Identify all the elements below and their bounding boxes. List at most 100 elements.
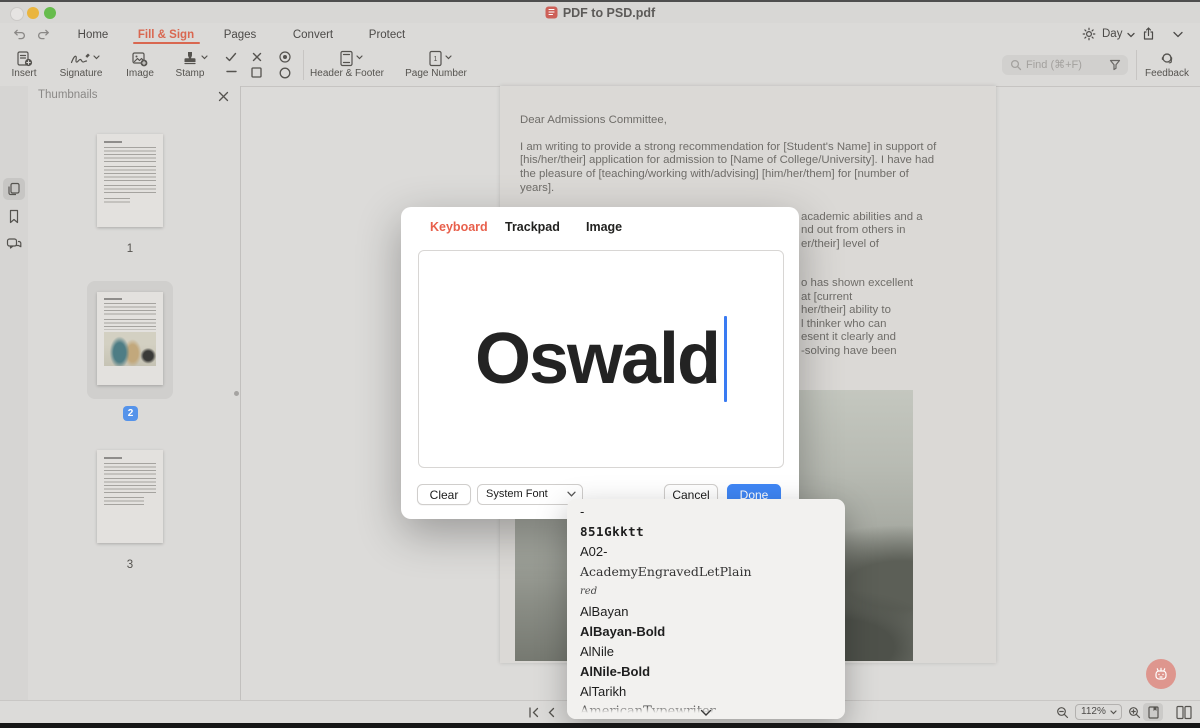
font-select[interactable]: System Font xyxy=(477,484,583,505)
font-menu-item[interactable]: - xyxy=(567,502,845,522)
bookmarks-panel-icon[interactable] xyxy=(7,209,21,224)
dialog-tab-keyboard[interactable]: Keyboard xyxy=(430,220,488,234)
radio-dot-tool-icon[interactable] xyxy=(279,51,291,63)
comments-panel-icon[interactable] xyxy=(6,237,22,251)
thumbnails-panel-icon[interactable] xyxy=(7,182,21,196)
thumbnail-text-lines xyxy=(104,298,122,300)
document-text-fragment: her/their] ability to xyxy=(801,304,891,318)
stamp-button[interactable]: Stamp xyxy=(168,68,212,79)
thumbnail-page-2-badge: 2 xyxy=(123,406,138,421)
thumbnail-photo xyxy=(104,332,156,366)
feedback-icon[interactable] xyxy=(1159,50,1175,66)
document-text-line: I am writing to provide a strong recomme… xyxy=(520,141,936,155)
zoom-out-icon[interactable] xyxy=(1056,706,1069,719)
tab-home[interactable]: Home xyxy=(63,26,123,44)
font-menu-item[interactable]: AlNile xyxy=(567,642,845,662)
insert-button[interactable]: Insert xyxy=(4,68,44,79)
font-menu-item[interactable]: AlBayan-Bold xyxy=(567,622,845,642)
feedback-button[interactable]: Feedback xyxy=(1140,68,1194,79)
window-title-wrap: PDF to PSD.pdf xyxy=(0,6,1200,20)
zoom-level-selector[interactable]: 112% xyxy=(1075,704,1122,720)
close-panel-icon[interactable] xyxy=(218,91,229,102)
font-select-value: System Font xyxy=(486,488,548,500)
tab-convert[interactable]: Convert xyxy=(283,26,343,44)
redo-icon[interactable] xyxy=(36,27,51,42)
page-number-label: Page Number xyxy=(405,68,467,79)
font-menu-item[interactable]: AlTarikh xyxy=(567,682,845,702)
dialog-tab-label: Trackpad xyxy=(505,220,560,234)
font-menu-item[interactable]: 851Gkktt xyxy=(567,522,845,542)
font-menu-item[interactable]: A02- xyxy=(567,542,845,562)
previous-page-icon[interactable] xyxy=(547,707,555,718)
circle-tool-icon[interactable] xyxy=(279,67,291,79)
tab-protect[interactable]: Protect xyxy=(357,26,417,44)
signature-input-area[interactable]: Oswald xyxy=(418,250,784,468)
header-footer-button[interactable]: Header & Footer xyxy=(303,68,391,79)
document-text-fragment: o has shown excellent xyxy=(801,277,913,291)
undo-icon[interactable] xyxy=(12,27,27,42)
day-mode-icon[interactable] xyxy=(1082,27,1096,41)
two-page-view-button[interactable] xyxy=(1176,705,1192,720)
signature-button[interactable]: Signature xyxy=(56,68,106,79)
clear-button[interactable]: Clear xyxy=(417,484,471,505)
zoom-in-icon[interactable] xyxy=(1128,706,1141,719)
pdf-doc-icon xyxy=(545,6,558,19)
header-footer-label: Header & Footer xyxy=(310,68,384,79)
toolbar: Insert Signature Image Stamp xyxy=(0,45,1200,87)
image-button[interactable]: Image xyxy=(118,68,162,79)
scroll-down-chevron-icon[interactable] xyxy=(700,709,712,717)
dash-tool-icon[interactable] xyxy=(226,70,237,73)
font-menu-item[interactable]: AlBayan xyxy=(567,602,845,622)
insert-field-icon[interactable] xyxy=(16,50,33,67)
thumbnail-text-lines xyxy=(104,185,156,195)
tab-pages[interactable]: Pages xyxy=(210,26,270,44)
active-tab-underline xyxy=(133,42,200,45)
document-text-fragment: at [current xyxy=(801,291,852,305)
cross-tool-icon[interactable] xyxy=(252,52,262,62)
page-number-button[interactable]: Page Number xyxy=(396,68,476,79)
font-menu-item[interactable]: AlNile-Bold xyxy=(567,662,845,682)
tab-label: Pages xyxy=(224,29,257,41)
image-icon[interactable] xyxy=(131,50,148,67)
checkmark-tool-icon[interactable] xyxy=(225,52,237,62)
first-page-icon[interactable] xyxy=(528,707,540,718)
dialog-tab-trackpad[interactable]: Trackpad xyxy=(505,220,560,234)
filter-icon[interactable] xyxy=(1109,59,1121,71)
svg-text:1: 1 xyxy=(434,56,438,63)
signature-icon[interactable] xyxy=(70,51,92,66)
thumbnail-text-lines xyxy=(104,463,156,475)
signature-dialog: Keyboard Trackpad Image Oswald Clear Sys… xyxy=(401,207,799,519)
robot-icon xyxy=(1152,665,1170,683)
document-text-line: the pleasure of [teaching/working with/a… xyxy=(520,168,909,182)
ai-assistant-button[interactable] xyxy=(1146,659,1176,689)
thumbnail-text-lines xyxy=(104,198,130,205)
header-footer-icon[interactable] xyxy=(339,50,354,67)
dialog-tab-image[interactable]: Image xyxy=(586,220,622,234)
text-cursor xyxy=(724,316,727,402)
font-menu-item[interactable]: AcademyEngravedLetPlain xyxy=(567,562,845,582)
panel-resize-handle[interactable] xyxy=(234,391,239,396)
thumbnail-page-2[interactable] xyxy=(97,292,163,385)
titlebar: PDF to PSD.pdf xyxy=(0,2,1200,23)
chevron-down-icon xyxy=(567,491,576,497)
day-mode-selector[interactable]: Day xyxy=(1102,28,1122,40)
page-number-icon[interactable]: 1 xyxy=(428,50,443,67)
single-page-view-button[interactable] xyxy=(1143,703,1163,721)
document-text-line: Dear Admissions Committee, xyxy=(520,114,667,128)
toolbar-separator xyxy=(1136,50,1137,80)
font-menu-item[interactable]: red xyxy=(567,582,845,602)
thumbnail-text-lines xyxy=(104,147,156,163)
thumbnail-page-3[interactable] xyxy=(97,450,163,543)
thumbnail-text-lines xyxy=(104,166,156,182)
share-icon[interactable] xyxy=(1141,26,1156,42)
thumbnails-panel: Thumbnails 1 2 3 xyxy=(28,86,241,700)
dialog-tab-label: Keyboard xyxy=(430,220,488,234)
collapse-toolbar-chevron-icon[interactable] xyxy=(1173,31,1183,38)
thumbnail-page-1[interactable] xyxy=(97,134,163,227)
stamp-icon[interactable] xyxy=(182,50,198,66)
day-chevron-icon xyxy=(1127,32,1135,38)
screen-bottom-edge xyxy=(0,723,1200,728)
insert-label: Insert xyxy=(11,68,36,79)
signature-chevron-icon xyxy=(93,55,100,60)
square-tool-icon[interactable] xyxy=(251,67,262,78)
